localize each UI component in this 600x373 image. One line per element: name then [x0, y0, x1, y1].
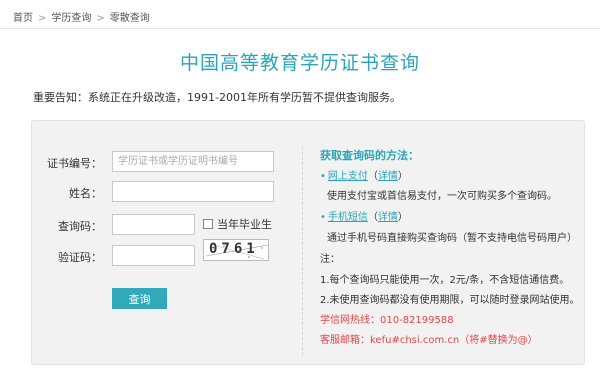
note-item-2: 2.未使用查询码都没有使用期限，可以随时登录网站使用。 [320, 295, 580, 306]
sms-link[interactable]: 手机短信 [328, 212, 368, 223]
breadcrumb-separator: > [38, 13, 47, 24]
note-label: 注： [320, 254, 340, 265]
support-email-text: 客服邮箱：kefu#chsi.com.cn（将#替换为@） [320, 335, 538, 346]
sms-description: 通过手机号码直接购买查询码（暂不支持电信号码用户） [327, 233, 577, 244]
breadcrumb: 首页 > 学历查询 > 零散查询 [13, 9, 150, 24]
graduate-checkbox-label[interactable]: 当年毕业生 [217, 218, 272, 231]
query-code-label: 查询码： [58, 220, 102, 233]
captcha-label: 验证码： [58, 251, 102, 264]
graduate-checkbox-group[interactable]: 当年毕业生 [203, 216, 272, 232]
breadcrumb-current: 零散查询 [109, 13, 150, 24]
cert-number-input[interactable] [112, 151, 274, 172]
captcha-input[interactable] [112, 245, 195, 266]
online-pay-detail-link[interactable]: 详情 [378, 171, 398, 182]
query-submit-button[interactable]: 查询 [112, 288, 167, 309]
note-item-1: 1.每个查询码只能使用一次，2元/条，不含短信通信费。 [320, 275, 570, 286]
bullet-icon: • [320, 171, 326, 182]
graduate-checkbox[interactable] [203, 219, 213, 229]
sms-row: • 手机短信（详情） [320, 208, 408, 223]
help-title: 获取查询码的方法： [320, 149, 419, 162]
name-label: 姓名： [69, 187, 102, 200]
captcha-image[interactable]: 0761 [203, 239, 269, 261]
online-pay-link[interactable]: 网上支付 [328, 171, 368, 182]
query-panel: 证书编号： 姓名： 查询码： 当年毕业生 验证码： 0761 查询 获取查询码的… [31, 120, 585, 365]
important-notice: 重要告知：系统正在升级改造，1991-2001年所有学历暂不提供查询服务。 [33, 91, 401, 104]
query-code-input[interactable] [112, 214, 195, 235]
header-divider [0, 28, 600, 29]
paren-open: （ [367, 212, 378, 223]
captcha-text: 0761 [209, 241, 259, 257]
breadcrumb-home[interactable]: 首页 [13, 13, 33, 24]
sms-detail-link[interactable]: 详情 [378, 212, 398, 223]
bullet-icon: • [320, 212, 326, 223]
breadcrumb-section[interactable]: 学历查询 [51, 13, 91, 24]
name-input[interactable] [112, 181, 274, 202]
panel-divider [302, 147, 303, 355]
online-pay-description: 使用支付宝或首信易支付，一次可购买多个查询码。 [327, 191, 557, 202]
paren-open: （ [367, 171, 378, 182]
cert-number-label: 证书编号： [47, 157, 102, 170]
paren-close: ） [397, 171, 408, 182]
hotline-text: 学信网热线：010-82199588 [320, 315, 454, 326]
breadcrumb-separator: > [96, 13, 105, 24]
online-pay-row: • 网上支付（详情） [320, 167, 408, 182]
paren-close: ） [397, 212, 408, 223]
page-title: 中国高等教育学历证书查询 [179, 52, 420, 74]
